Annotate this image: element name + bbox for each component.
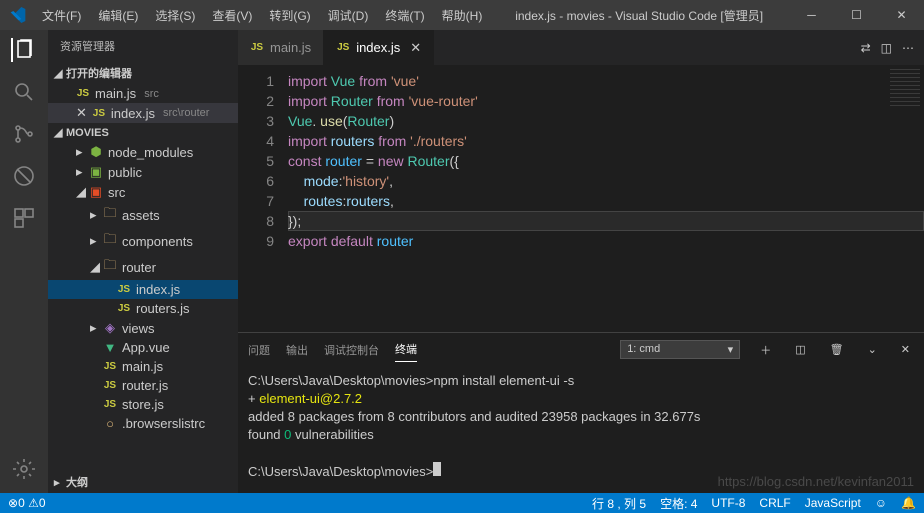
- menu-item[interactable]: 终端(T): [378, 3, 431, 28]
- open-editors-header[interactable]: ◢打开的编辑器: [48, 62, 238, 84]
- close-button[interactable]: ✕: [879, 0, 924, 30]
- status-spaces[interactable]: 空格: 4: [660, 495, 697, 512]
- status-bar: ⊗0 ⚠0 行 8 , 列 5 空格: 4 UTF-8 CRLF JavaScr…: [0, 493, 924, 513]
- status-language[interactable]: JavaScript: [805, 496, 861, 510]
- folder-icon: 🗀: [103, 230, 117, 252]
- menu-item[interactable]: 编辑(E): [91, 3, 145, 28]
- folder-icon: ○: [103, 416, 117, 431]
- tree-item[interactable]: ▸🗀components: [48, 228, 238, 254]
- js-file-icon: JS: [103, 361, 117, 372]
- editor-tab[interactable]: JSindex.js✕: [324, 30, 434, 65]
- debug-icon[interactable]: [12, 164, 36, 188]
- settings-gear-icon[interactable]: [12, 457, 36, 481]
- minimap[interactable]: [890, 69, 920, 109]
- close-icon[interactable]: ✕: [410, 40, 421, 56]
- menu-item[interactable]: 转到(G): [262, 3, 317, 28]
- menu-item[interactable]: 文件(F): [35, 3, 88, 28]
- editor-area: JSmain.jsJSindex.js✕ ⇄ ◫ ⋯ 123456789 import…: [238, 30, 924, 493]
- panel-tab[interactable]: 输出: [286, 338, 308, 362]
- maximize-button[interactable]: ☐: [834, 0, 879, 30]
- terminal-selector[interactable]: 1: cmd▾: [620, 340, 740, 359]
- tree-item[interactable]: ▸◈views: [48, 318, 238, 338]
- folder-icon: ▣: [89, 164, 103, 180]
- js-file-icon: JS: [117, 303, 131, 314]
- tree-item[interactable]: ◢▣src: [48, 182, 238, 202]
- explorer-title: 资源管理器: [48, 30, 238, 62]
- close-icon[interactable]: ✕: [76, 105, 87, 121]
- split-icon[interactable]: ◫: [791, 343, 809, 356]
- tree-item[interactable]: ▸⬢node_modules: [48, 142, 238, 162]
- folder-icon: 🗀: [103, 256, 117, 278]
- js-file-icon: JS: [336, 42, 350, 53]
- tree-item[interactable]: JSstore.js: [48, 395, 238, 414]
- activity-bar: [0, 30, 48, 493]
- js-file-icon: JS: [103, 399, 117, 410]
- status-errors[interactable]: ⊗0 ⚠0: [8, 496, 46, 510]
- js-file-icon: JS: [250, 42, 264, 53]
- compare-icon[interactable]: ⇄: [861, 41, 871, 55]
- panel-tabs: 问题输出调试控制台终端 1: cmd▾ ＋ ◫ 🗑 ⌄ ✕: [238, 333, 924, 366]
- status-encoding[interactable]: UTF-8: [711, 496, 745, 510]
- minimize-button[interactable]: ─: [789, 0, 834, 30]
- tree-item[interactable]: JSindex.js: [48, 280, 238, 299]
- tree-item[interactable]: ○.browserslistrc: [48, 414, 238, 433]
- code-editor[interactable]: 123456789 import Vue from 'vue'import Ro…: [238, 65, 924, 332]
- split-icon[interactable]: ◫: [881, 41, 892, 55]
- tree-item[interactable]: ◢🗀router: [48, 254, 238, 280]
- status-eol[interactable]: CRLF: [759, 496, 790, 510]
- open-editor-item[interactable]: ✕ JSindex.jssrc\router: [48, 103, 238, 123]
- tree-item[interactable]: JSrouters.js: [48, 299, 238, 318]
- panel-tab[interactable]: 问题: [248, 338, 270, 362]
- vscode-logo-icon: [0, 7, 35, 23]
- panel-tab[interactable]: 调试控制台: [324, 338, 379, 362]
- menu-item[interactable]: 帮助(H): [435, 3, 490, 28]
- status-line-col[interactable]: 行 8 , 列 5: [592, 495, 646, 512]
- outline-header[interactable]: ▸大纲: [48, 471, 238, 493]
- tree-item[interactable]: ▸▣public: [48, 162, 238, 182]
- menu-bar: 文件(F)编辑(E)选择(S)查看(V)转到(G)调试(D)终端(T)帮助(H): [35, 3, 489, 28]
- folder-icon: ⬢: [89, 144, 103, 160]
- open-editor-item[interactable]: JSmain.jssrc: [48, 84, 238, 103]
- menu-item[interactable]: 查看(V): [205, 3, 259, 28]
- extensions-icon[interactable]: [12, 206, 36, 230]
- js-file-icon: JS: [117, 284, 131, 295]
- editor-tab[interactable]: JSmain.js: [238, 30, 324, 65]
- tree-item[interactable]: JSmain.js: [48, 357, 238, 376]
- more-icon[interactable]: ⋯: [902, 41, 914, 55]
- folder-icon: ▼: [103, 340, 117, 355]
- menu-item[interactable]: 选择(S): [148, 3, 202, 28]
- explorer-sidebar: 资源管理器 ◢打开的编辑器 JSmain.jssrc✕ JSindex.jssr…: [48, 30, 238, 493]
- window-controls: ─ ☐ ✕: [789, 0, 924, 30]
- folder-icon: 🗀: [103, 204, 117, 226]
- source-control-icon[interactable]: [12, 122, 36, 146]
- folder-icon: ◈: [103, 320, 117, 336]
- project-header[interactable]: ◢MOVIES: [48, 123, 238, 142]
- chevron-down-icon[interactable]: ⌄: [864, 343, 881, 356]
- tree-item[interactable]: JSrouter.js: [48, 376, 238, 395]
- status-feedback-icon[interactable]: ☺: [875, 496, 887, 510]
- status-bell-icon[interactable]: 🔔: [901, 496, 916, 510]
- titlebar: 文件(F)编辑(E)选择(S)查看(V)转到(G)调试(D)终端(T)帮助(H)…: [0, 0, 924, 30]
- menu-item[interactable]: 调试(D): [321, 3, 376, 28]
- close-icon[interactable]: ✕: [897, 343, 914, 356]
- editor-tabs: JSmain.jsJSindex.js✕ ⇄ ◫ ⋯: [238, 30, 924, 65]
- search-icon[interactable]: [12, 80, 36, 104]
- panel-tab[interactable]: 终端: [395, 337, 417, 362]
- window-title: index.js - movies - Visual Studio Code […: [489, 7, 789, 24]
- tree-item[interactable]: ▸🗀assets: [48, 202, 238, 228]
- bottom-panel: 问题输出调试控制台终端1: cmd▾＋◫🗑⌄✕ C:\Users\Java\De…: [238, 332, 924, 493]
- folder-icon: ▣: [89, 184, 103, 200]
- watermark: https://blog.csdn.net/kevinfan2011: [718, 474, 914, 489]
- js-file-icon: JS: [103, 380, 117, 391]
- plus-icon[interactable]: ＋: [756, 342, 775, 358]
- explorer-icon[interactable]: [11, 38, 37, 62]
- tree-item[interactable]: ▼App.vue: [48, 338, 238, 357]
- trash-icon[interactable]: 🗑: [826, 343, 848, 356]
